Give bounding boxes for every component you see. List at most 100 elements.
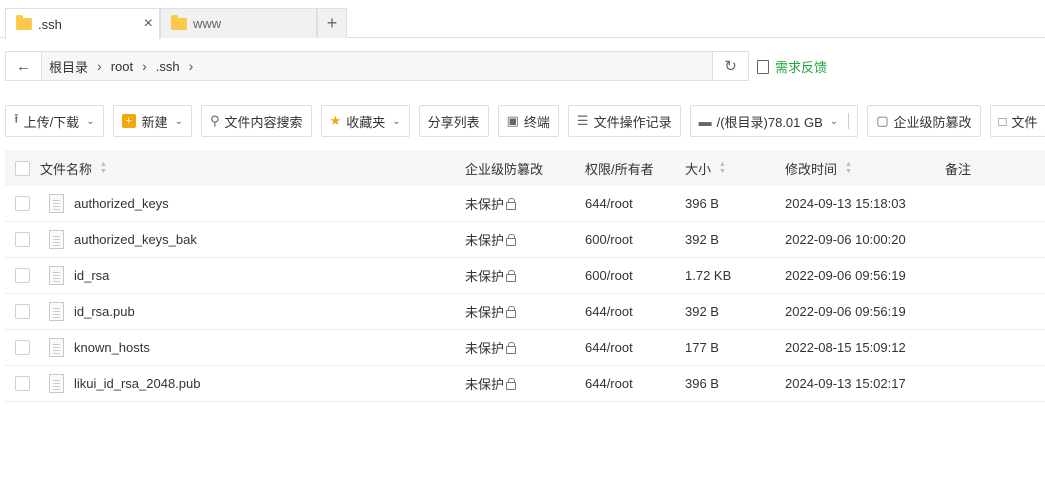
terminal-button[interactable]: ▣ 终端 [497, 105, 559, 137]
chevron-right-icon: › [97, 58, 102, 74]
table-row[interactable]: id_rsa 未保护 600/root 1.72 KB 2022-09-06 09:56… [5, 258, 1045, 294]
file-icon: □ [998, 113, 1007, 129]
operation-log-button[interactable]: ☰ 文件操作记录 [567, 105, 681, 137]
terminal-icon: ▣ [506, 113, 519, 128]
file-icon [49, 194, 64, 213]
feedback-link[interactable]: 需求反馈 [757, 57, 827, 76]
feedback-label: 需求反馈 [775, 60, 828, 75]
header-mtime-label: 修改时间 [785, 161, 838, 177]
path-bar: ← 根目录 › root › .ssh › ↻ [5, 51, 749, 81]
file-size: 392 B [685, 304, 719, 319]
select-all-checkbox[interactable] [15, 160, 30, 176]
chevron-right-icon: › [142, 58, 147, 74]
share-label: 分享列表 [427, 114, 480, 130]
breadcrumb[interactable]: 根目录 › root › .ssh › [42, 52, 712, 80]
terminal-label: 终端 [523, 114, 550, 130]
header-size[interactable]: 大小 ▲ ▼ [685, 159, 785, 178]
file-icon [49, 338, 64, 357]
sort-icon[interactable]: ▲ ▼ [719, 161, 726, 175]
tab-ssh[interactable]: .ssh × [5, 8, 160, 39]
upload-download-button[interactable]: ⭱ 上传/下载 ⌄ [5, 105, 104, 137]
star-icon: ★ [329, 113, 342, 128]
refresh-icon: ↻ [724, 58, 737, 75]
file-name[interactable]: authorized_keys [74, 196, 169, 211]
row-checkbox[interactable] [15, 196, 30, 211]
row-checkbox[interactable] [15, 376, 30, 391]
favorites-button[interactable]: ★ 收藏夹 ⌄ [320, 105, 410, 137]
row-checkbox[interactable] [15, 304, 30, 319]
file-table: 文件名称 ▲ ▼ 企业级防篡改 权限/所有者 大小 ▲ ▼ 修改时间 ▲ ▼ 备注 a… [5, 150, 1045, 402]
lock-icon[interactable] [506, 269, 517, 282]
table-row[interactable]: known_hosts 未保护 644/root 177 B 2022-08-15 15… [5, 330, 1045, 366]
add-tab-button[interactable]: + [317, 8, 347, 38]
lock-icon[interactable] [506, 305, 517, 318]
refresh-button[interactable]: ↻ [712, 52, 748, 80]
sort-icon[interactable]: ▲ ▼ [845, 161, 852, 175]
more-label: 文件 [1011, 114, 1038, 130]
disk-button[interactable]: ▬ /(根目录)78.01 GB ⌄ [689, 105, 859, 137]
breadcrumb-ssh[interactable]: .ssh [156, 59, 180, 74]
file-name[interactable]: known_hosts [74, 340, 150, 355]
chevron-down-icon: ⌄ [392, 115, 401, 127]
close-icon[interactable]: × [144, 15, 153, 33]
modified-time: 2022-08-15 15:09:12 [785, 340, 906, 355]
file-size: 396 B [685, 196, 719, 211]
table-row[interactable]: id_rsa.pub 未保护 644/root 392 B 2022-09-06 09:… [5, 294, 1045, 330]
document-icon: ☰ [576, 113, 589, 128]
lock-icon[interactable] [506, 233, 517, 246]
header-mtime[interactable]: 修改时间 ▲ ▼ [785, 159, 945, 178]
header-name[interactable]: 文件名称 ▲ ▼ [40, 159, 465, 178]
content-search-button[interactable]: ⚲ 文件内容搜索 [200, 105, 312, 137]
file-name[interactable]: likui_id_rsa_2048.pub [74, 376, 200, 391]
new-label: 新建 [141, 114, 168, 130]
new-button[interactable]: + 新建 ⌄ [112, 105, 192, 137]
header-note: 备注 [945, 161, 972, 177]
sort-icon[interactable]: ▲ ▼ [100, 161, 107, 175]
modified-time: 2024-09-13 15:02:17 [785, 376, 906, 391]
protect-status: 未保护 [465, 341, 505, 356]
new-folder-icon: + [121, 114, 136, 128]
protect-status: 未保护 [465, 197, 505, 212]
folder-icon [171, 14, 187, 30]
tab-label: www [193, 16, 222, 31]
more-file-button[interactable]: □ 文件 [989, 105, 1045, 137]
row-checkbox[interactable] [15, 268, 30, 283]
file-name[interactable]: authorized_keys_bak [74, 232, 197, 247]
breadcrumb-root-dir[interactable]: 根目录 [49, 57, 88, 76]
file-name[interactable]: id_rsa [74, 268, 109, 283]
upload-label: 上传/下载 [23, 114, 80, 130]
row-checkbox[interactable] [15, 232, 30, 247]
permission[interactable]: 600/root [585, 268, 685, 283]
share-list-button[interactable]: 分享列表 [418, 105, 489, 137]
tamper-label: 企业级防篡改 [893, 114, 972, 130]
edit-icon [757, 59, 769, 74]
disk-label: /(根目录)78.01 GB [716, 114, 823, 130]
lock-icon[interactable] [506, 341, 517, 354]
search-icon: ⚲ [209, 113, 220, 128]
permission[interactable]: 644/root [585, 376, 685, 391]
table-row[interactable]: likui_id_rsa_2048.pub 未保护 644/root 396 B 202… [5, 366, 1045, 402]
permission[interactable]: 644/root [585, 340, 685, 355]
lock-icon[interactable] [506, 377, 517, 390]
chevron-right-icon: › [188, 58, 194, 74]
protect-status: 未保护 [465, 233, 505, 248]
arrow-left-icon: ← [16, 57, 31, 75]
table-body: authorized_keys 未保护 644/root 396 B 2024-09-1… [5, 186, 1045, 402]
breadcrumb-root[interactable]: root [111, 59, 133, 74]
back-button[interactable]: ← [6, 52, 42, 80]
protect-status: 未保护 [465, 269, 505, 284]
file-name[interactable]: id_rsa.pub [74, 304, 135, 319]
modified-time: 2022-09-06 09:56:19 [785, 304, 906, 319]
tab-www[interactable]: www [160, 8, 317, 38]
row-checkbox[interactable] [15, 340, 30, 355]
permission[interactable]: 600/root [585, 232, 685, 247]
lock-icon[interactable] [506, 197, 517, 210]
oplog-label: 文件操作记录 [593, 114, 672, 130]
shield-icon: ▢ [876, 113, 889, 128]
tamper-protection-button[interactable]: ▢ 企业级防篡改 [867, 105, 981, 137]
permission[interactable]: 644/root [585, 304, 685, 319]
permission[interactable]: 644/root [585, 196, 685, 211]
table-row[interactable]: authorized_keys_bak 未保护 600/root 392 B 2022-… [5, 222, 1045, 258]
table-row[interactable]: authorized_keys 未保护 644/root 396 B 2024-09-1… [5, 186, 1045, 222]
tab-label: .ssh [38, 16, 62, 32]
